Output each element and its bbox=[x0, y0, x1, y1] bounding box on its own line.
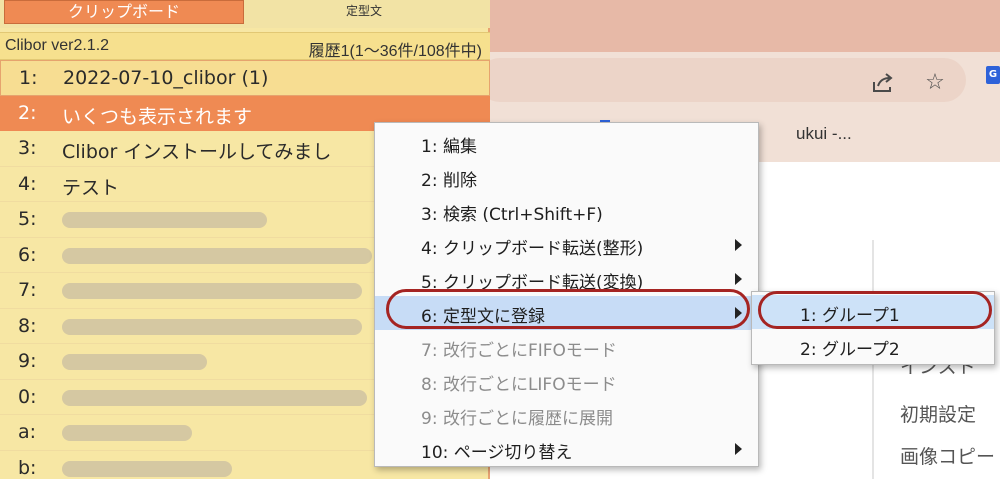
menu-item-expand-history[interactable]: 9: 改行ごとに履歴に展開 bbox=[375, 398, 758, 432]
blurred-text bbox=[62, 425, 192, 441]
clibor-header: Clibor ver2.1.2 履歴1(1〜36件/108件中) bbox=[0, 32, 490, 60]
submenu-item-label: 2: グループ2 bbox=[800, 340, 900, 360]
content-line-image-copy[interactable]: 画像コピー bbox=[900, 442, 995, 469]
context-menu: 1: 編集 2: 削除 3: 検索 (Ctrl+Shift+F) 4: クリップ… bbox=[374, 122, 759, 467]
item-key: 3: bbox=[18, 137, 37, 159]
menu-item-lifo-mode[interactable]: 8: 改行ごとにLIFOモード bbox=[375, 364, 758, 398]
tab-teikei[interactable]: 定型文 bbox=[248, 0, 480, 24]
item-text: テスト bbox=[62, 176, 120, 199]
menu-item-page-switch[interactable]: 10: ページ切り替え bbox=[375, 432, 758, 466]
menu-item-label: 7: 改行ごとにFIFOモード bbox=[421, 341, 617, 361]
google-extension-icon[interactable]: G bbox=[986, 66, 1000, 84]
content-line-initial-settings[interactable]: 初期設定 bbox=[900, 400, 976, 427]
version-label: Clibor ver2.1.2 bbox=[5, 37, 110, 54]
submenu-item-label: 1: グループ1 bbox=[800, 306, 900, 326]
blurred-text bbox=[62, 318, 362, 335]
menu-item-edit[interactable]: 1: 編集 bbox=[375, 126, 758, 160]
menu-item-transfer-format[interactable]: 4: クリップボード転送(整形) bbox=[375, 228, 758, 262]
item-key: b: bbox=[18, 456, 37, 479]
item-key: a: bbox=[18, 421, 37, 443]
blurred-text bbox=[62, 460, 232, 477]
item-key: 1: bbox=[19, 67, 38, 89]
star-icon[interactable]: ☆ bbox=[922, 70, 948, 96]
menu-item-register-teikei[interactable]: 6: 定型文に登録 bbox=[375, 296, 758, 330]
menu-item-label: 10: ページ切り替え bbox=[421, 443, 573, 463]
menu-item-label: 4: クリップボード転送(整形) bbox=[421, 239, 644, 259]
history-count: 履歴1(1〜36件/108件中) bbox=[308, 43, 482, 60]
menu-item-label: 3: 検索 (Ctrl+Shift+F) bbox=[421, 205, 603, 225]
blurred-text bbox=[62, 354, 207, 370]
blurred-text bbox=[62, 389, 367, 406]
tab-clipboard[interactable]: クリップボード bbox=[4, 0, 244, 24]
item-text: いくつも表示されます bbox=[62, 105, 253, 128]
submenu-item-group1[interactable]: 1: グループ1 bbox=[752, 295, 994, 329]
item-key: 6: bbox=[18, 243, 37, 266]
menu-item-search[interactable]: 3: 検索 (Ctrl+Shift+F) bbox=[375, 194, 758, 228]
share-icon[interactable] bbox=[870, 70, 896, 96]
menu-item-label: 9: 改行ごとに履歴に展開 bbox=[421, 409, 613, 429]
item-key: 0: bbox=[18, 385, 37, 408]
menu-item-fifo-mode[interactable]: 7: 改行ごとにFIFOモード bbox=[375, 330, 758, 364]
bookmark-item[interactable]: ukui -... bbox=[796, 124, 852, 144]
submenu-arrow-icon bbox=[735, 443, 742, 455]
clibor-tab-bar: クリップボード 定型文 bbox=[0, 0, 490, 28]
blurred-text bbox=[62, 283, 362, 299]
submenu-arrow-icon bbox=[735, 273, 742, 285]
item-key: 4: bbox=[18, 172, 37, 195]
blurred-text bbox=[62, 247, 372, 264]
item-key: 9: bbox=[18, 350, 37, 372]
browser-toolbar: ☆ bbox=[478, 52, 1000, 110]
menu-item-label: 2: 削除 bbox=[421, 171, 477, 191]
item-key: 2: bbox=[18, 101, 37, 124]
list-item[interactable]: 1: 2022-07-10_clibor (1) bbox=[0, 60, 490, 96]
blurred-text bbox=[62, 212, 267, 228]
item-key: 5: bbox=[18, 208, 37, 230]
menu-item-delete[interactable]: 2: 削除 bbox=[375, 160, 758, 194]
submenu-arrow-icon bbox=[735, 307, 742, 319]
browser-tab-strip bbox=[488, 0, 1000, 52]
menu-item-transfer-convert[interactable]: 5: クリップボード転送(変換) bbox=[375, 262, 758, 296]
menu-item-label: 6: 定型文に登録 bbox=[421, 307, 545, 327]
item-text: 2022-07-10_clibor (1) bbox=[63, 67, 269, 89]
item-text: Clibor インストールしてみまし bbox=[62, 141, 332, 163]
submenu-item-group2[interactable]: 2: グループ2 bbox=[752, 329, 994, 363]
menu-item-label: 5: クリップボード転送(変換) bbox=[421, 273, 644, 293]
item-key: 7: bbox=[18, 279, 37, 301]
menu-item-label: 8: 改行ごとにLIFOモード bbox=[421, 375, 617, 395]
submenu-arrow-icon bbox=[735, 239, 742, 251]
item-key: 8: bbox=[18, 314, 37, 337]
group-submenu: 1: グループ1 2: グループ2 bbox=[751, 291, 995, 365]
menu-item-label: 1: 編集 bbox=[421, 137, 477, 157]
